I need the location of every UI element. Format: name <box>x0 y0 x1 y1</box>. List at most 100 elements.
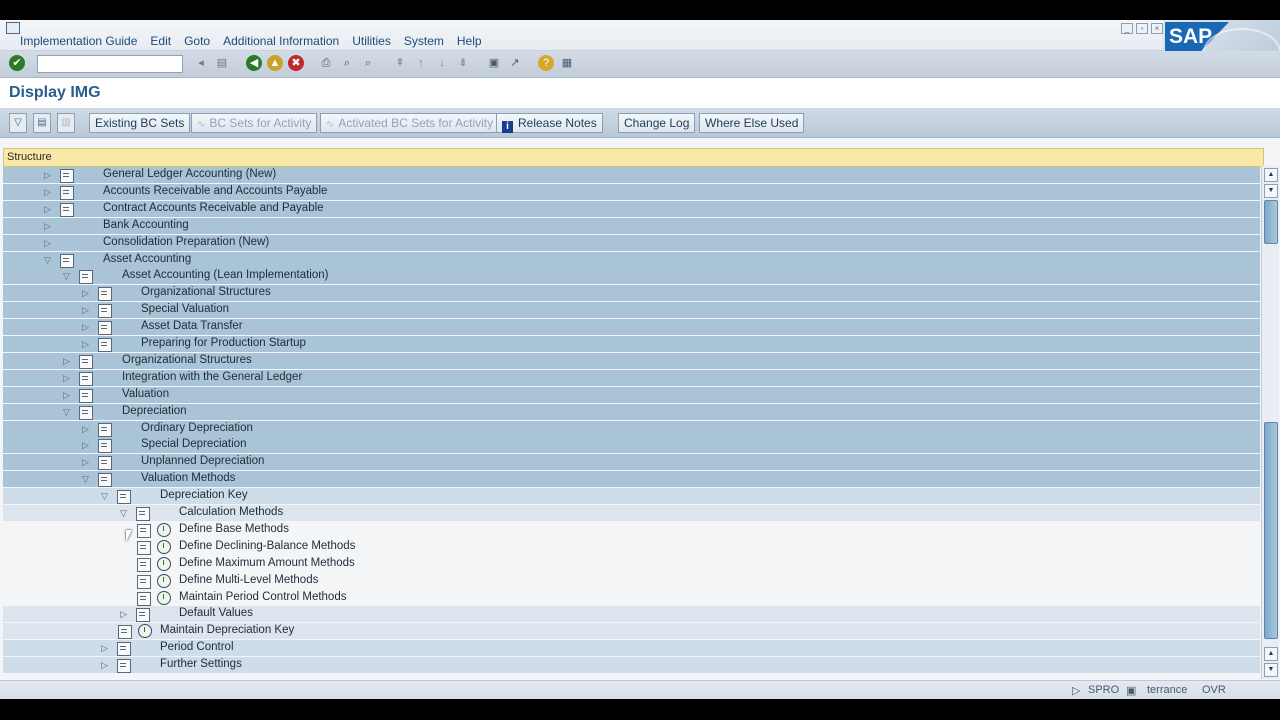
execute-activity-icon[interactable] <box>157 522 171 537</box>
expand-node-icon[interactable]: ▷ <box>63 355 73 367</box>
documentation-icon[interactable] <box>98 321 112 336</box>
documentation-icon[interactable] <box>60 185 74 200</box>
tree-row[interactable]: ▽ Valuation Methods <box>3 471 1260 488</box>
tree-row[interactable]: ▽ Depreciation Key <box>3 488 1260 505</box>
bc-set-icon[interactable]: ▥ <box>57 113 75 133</box>
new-session-icon[interactable]: ▣ <box>486 55 502 71</box>
tree-node-label[interactable]: General Ledger Accounting (New) <box>103 168 276 180</box>
select-activity-icon[interactable]: ▤ <box>33 113 51 133</box>
expand-node-icon[interactable]: ▷ <box>44 220 54 232</box>
expand-node-icon[interactable]: ▷ <box>44 237 54 249</box>
tree-node-label[interactable]: Bank Accounting <box>103 219 189 231</box>
tree-row[interactable]: ▷ Default Values <box>3 606 1260 623</box>
tree-node-label[interactable]: Consolidation Preparation (New) <box>103 236 269 248</box>
tree-row[interactable]: ▷ Accounts Receivable and Accounts Payabl… <box>3 183 1260 201</box>
collapse-node-icon[interactable]: ▽ <box>120 507 130 519</box>
scroll-down-icon[interactable]: ▼ <box>1264 663 1278 677</box>
cancel-icon[interactable]: ✖ <box>288 55 304 71</box>
documentation-icon[interactable] <box>79 354 93 369</box>
expand-node-icon[interactable]: ▷ <box>44 203 54 215</box>
minimize-icon[interactable]: _ <box>1121 23 1133 34</box>
tree-node-label[interactable]: Further Settings <box>160 658 242 670</box>
documentation-icon[interactable] <box>98 287 112 302</box>
tree-node-label[interactable]: Organizational Structures <box>122 354 252 366</box>
tree-node-label[interactable]: Period Control <box>160 641 234 653</box>
expand-node-icon[interactable]: ▷ <box>82 304 92 316</box>
expand-node-icon[interactable]: ▷ <box>82 287 92 299</box>
activated-bc-sets-button[interactable]: ∿ Activated BC Sets for Activity <box>320 113 500 133</box>
tree-row[interactable]: ▷ Integration with the General Ledger <box>3 369 1260 387</box>
expand-node-icon[interactable]: ▷ <box>63 389 73 401</box>
status-expand-icon[interactable]: ▷ <box>1072 684 1080 697</box>
expand-node-icon[interactable]: ▷ <box>101 659 111 671</box>
expand-node-icon[interactable]: ▷ <box>120 608 130 620</box>
execute-activity-icon[interactable] <box>157 573 171 588</box>
tree-row[interactable]: ▽ Calculation Methods <box>3 505 1260 522</box>
scroll-page-up-icon[interactable]: ▼ <box>1264 184 1278 198</box>
close-window-icon[interactable]: × <box>1151 23 1163 34</box>
restore-icon[interactable]: ▫ <box>1136 23 1148 34</box>
first-page-icon[interactable]: ⇞ <box>392 55 408 71</box>
last-page-icon[interactable]: ⇟ <box>455 55 471 71</box>
tree-node-label[interactable]: Maintain Depreciation Key <box>160 624 294 636</box>
command-input[interactable] <box>38 56 172 70</box>
tree-row[interactable]: ▷ Valuation <box>3 386 1260 404</box>
help-icon[interactable]: ? <box>538 55 554 71</box>
enter-check-icon[interactable]: ✔ <box>9 55 25 71</box>
documentation-icon[interactable] <box>98 456 112 471</box>
tree-row[interactable]: ▷ Unplanned Depreciation <box>3 454 1260 471</box>
documentation-icon[interactable] <box>137 523 151 538</box>
scroll-thumb-small[interactable] <box>1264 200 1278 244</box>
tree-node-label[interactable]: Integration with the General Ledger <box>122 371 302 383</box>
find-next-icon[interactable]: ⌕ <box>360 55 376 71</box>
command-field[interactable] <box>37 55 183 73</box>
expand-node-icon[interactable]: ▷ <box>82 338 92 350</box>
back-icon[interactable]: ◀ <box>246 55 262 71</box>
tree-row[interactable]: ▷ Organizational Structures <box>3 352 1260 370</box>
documentation-icon[interactable] <box>98 473 112 488</box>
collapse-node-icon[interactable]: ▽ <box>101 490 111 502</box>
scroll-thumb[interactable] <box>1264 422 1278 639</box>
tree-row[interactable]: ▷ Further Settings <box>3 657 1260 674</box>
documentation-icon[interactable] <box>79 371 93 386</box>
documentation-icon[interactable] <box>136 608 150 623</box>
tree-node-label[interactable]: Depreciation <box>122 405 187 417</box>
execute-activity-icon[interactable] <box>157 556 171 571</box>
execute-activity-icon[interactable] <box>157 539 171 554</box>
execute-activity-icon[interactable] <box>157 590 171 605</box>
tree-row[interactable]: ▷ Special Valuation <box>3 302 1260 319</box>
tree-row[interactable]: Maintain Period Control Methods <box>3 589 1260 607</box>
documentation-icon[interactable] <box>79 405 93 420</box>
tree-row[interactable]: ▷ Preparing for Production Startup <box>3 336 1260 353</box>
release-notes-button[interactable]: i Release Notes <box>496 113 603 133</box>
tree-row[interactable]: Define Maximum Amount Methods <box>3 555 1260 573</box>
documentation-icon[interactable] <box>98 304 112 319</box>
tree-node-label[interactable]: Asset Data Transfer <box>141 320 243 332</box>
tree-node-label[interactable]: Maintain Period Control Methods <box>179 591 346 603</box>
change-log-button[interactable]: Change Log <box>618 113 696 133</box>
tree-node-label[interactable]: Asset Accounting <box>103 253 191 265</box>
menu-goto[interactable]: Goto <box>184 34 210 48</box>
documentation-icon[interactable] <box>117 490 131 505</box>
tree-row[interactable]: ▷ Contract Accounts Receivable and Payabl… <box>3 200 1260 218</box>
where-else-used-button[interactable]: Where Else Used <box>699 113 805 133</box>
documentation-icon[interactable] <box>137 574 151 589</box>
tree-node-label[interactable]: Accounts Receivable and Accounts Payable <box>103 185 327 197</box>
tree-node-label[interactable]: Organizational Structures <box>141 286 271 298</box>
documentation-icon[interactable] <box>98 422 112 437</box>
shortcut-icon[interactable]: ↗ <box>507 55 523 71</box>
tree-node-label[interactable]: Asset Accounting (Lean Implementation) <box>122 269 328 281</box>
expand-node-icon[interactable]: ▷ <box>101 642 111 654</box>
documentation-icon[interactable] <box>136 507 150 521</box>
status-system-icon[interactable]: ▣ <box>1126 684 1136 697</box>
tree-row[interactable]: ▽ Asset Accounting <box>3 251 1260 269</box>
menu-utilities[interactable]: Utilities <box>352 34 391 48</box>
print-icon[interactable]: ⎙ <box>318 55 334 71</box>
tree-node-label[interactable]: Valuation <box>122 388 169 400</box>
tree-node-label[interactable]: Preparing for Production Startup <box>141 337 306 349</box>
tree-node-label[interactable]: Unplanned Depreciation <box>141 455 264 467</box>
next-page-icon[interactable]: ↓ <box>434 55 450 71</box>
previous-page-icon[interactable]: ↑ <box>413 55 429 71</box>
tree-row[interactable]: Define Declining-Balance Methods <box>3 538 1260 556</box>
tree-row[interactable]: Define Multi-Level Methods <box>3 572 1260 590</box>
